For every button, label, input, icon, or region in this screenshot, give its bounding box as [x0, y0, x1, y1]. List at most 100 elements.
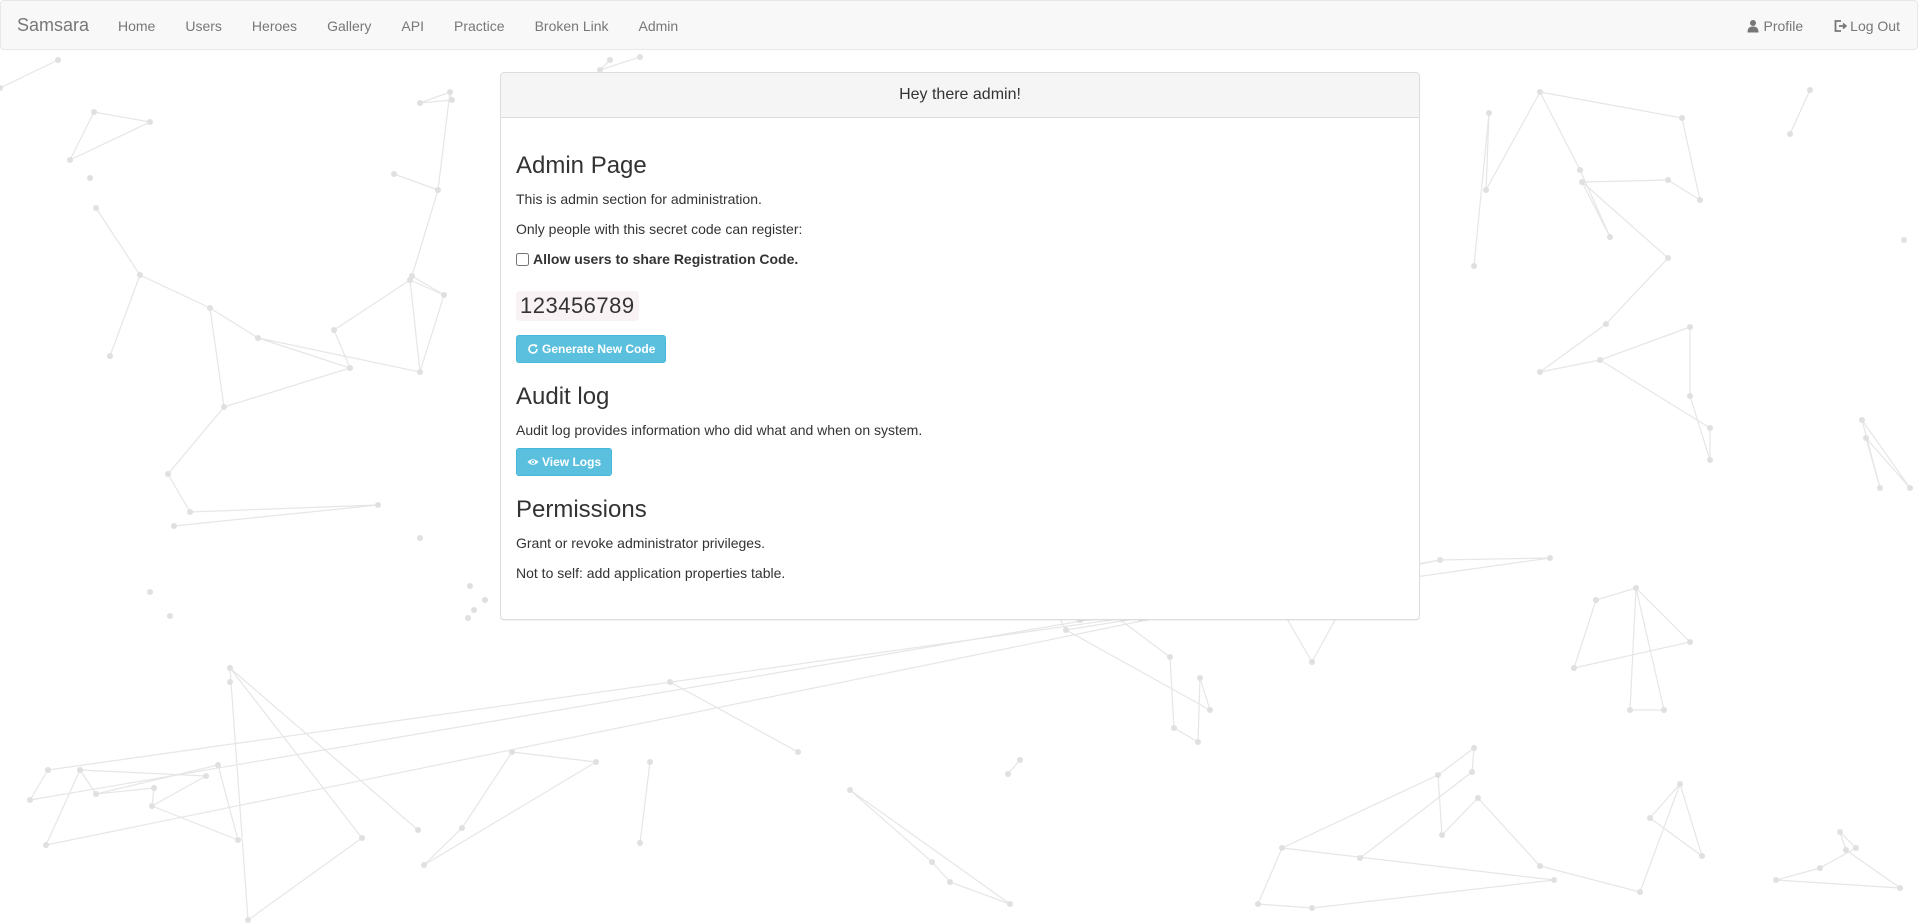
background-network-dot	[1597, 357, 1603, 363]
background-network-line	[209, 307, 225, 408]
background-network-dot	[447, 89, 453, 95]
background-network-line	[95, 787, 155, 795]
background-network-line	[1257, 903, 1313, 909]
background-network-line	[669, 681, 799, 753]
background-network-dot	[509, 749, 515, 755]
background-network-dot	[1571, 665, 1577, 671]
nav-item-practice[interactable]: Practice	[439, 1, 520, 51]
generate-code-button[interactable]: Generate New Code	[516, 335, 667, 363]
background-network-line	[333, 279, 411, 331]
nav-item-gallery[interactable]: Gallery	[312, 1, 386, 51]
background-network-dot	[1907, 485, 1913, 491]
background-network-dot	[417, 535, 423, 541]
background-network-dot	[1537, 369, 1543, 375]
background-network-dot	[207, 305, 213, 311]
refresh-icon	[527, 343, 539, 355]
background-network-line	[419, 294, 445, 373]
background-network-dot	[1309, 905, 1315, 911]
background-network-dot	[1863, 435, 1869, 441]
background-network-line	[45, 769, 81, 846]
background-network-line	[423, 827, 463, 866]
background-network-dot	[0, 85, 3, 91]
background-network-line	[167, 473, 191, 513]
background-network-line	[1437, 774, 1443, 836]
background-network-line	[229, 667, 249, 921]
background-network-line	[1581, 181, 1611, 238]
background-network-line	[29, 769, 49, 801]
background-network-dot	[1255, 901, 1261, 907]
background-network-dot	[1697, 197, 1703, 203]
background-network-dot	[45, 767, 51, 773]
share-code-checkbox[interactable]	[516, 252, 529, 266]
nav-item-home[interactable]: Home	[103, 1, 170, 51]
background-network-line	[1599, 359, 1711, 429]
background-network-dot	[1579, 179, 1585, 185]
brand-link[interactable]: Samsara	[17, 15, 89, 36]
background-network-dot	[203, 773, 209, 779]
background-network-dot	[1279, 845, 1285, 851]
background-network-line	[1667, 179, 1701, 201]
nav-item-admin[interactable]: Admin	[624, 1, 694, 51]
background-network-dot	[1475, 795, 1481, 801]
nav-item-users[interactable]: Users	[170, 1, 237, 51]
background-network-line	[1649, 783, 1681, 819]
background-network-dot	[93, 791, 99, 797]
background-network-line	[1679, 783, 1703, 857]
background-network-line	[229, 667, 419, 831]
background-network-line	[1169, 656, 1175, 729]
background-network-line	[1477, 797, 1541, 867]
background-network-dot	[1195, 739, 1201, 745]
background-network-dot	[467, 583, 473, 589]
nav-item-api[interactable]: API	[386, 1, 439, 51]
background-network-dot	[1837, 829, 1843, 835]
background-network-dot	[1661, 707, 1667, 713]
background-network-dot	[465, 615, 471, 621]
background-network-dot	[1577, 167, 1583, 173]
background-network-dot	[1897, 885, 1903, 891]
background-network-line	[437, 91, 451, 191]
logout-link[interactable]: Log Out	[1818, 1, 1915, 51]
background-network-dot	[1877, 485, 1883, 491]
background-network-dot	[1707, 457, 1713, 463]
background-network-dot	[1603, 321, 1609, 327]
eye-icon	[527, 456, 539, 468]
background-network-dot	[1537, 89, 1543, 95]
background-network-dot	[1063, 627, 1069, 633]
background-network-dot	[1699, 853, 1705, 859]
background-network-dot	[171, 523, 177, 529]
permissions-title: Permissions	[516, 496, 647, 523]
background-network-line	[1439, 557, 1551, 561]
share-code-option[interactable]: Allow users to share Registration Code.	[516, 251, 1404, 267]
background-network-line	[1599, 326, 1691, 361]
background-network-dot	[375, 502, 381, 508]
background-network-dot	[137, 272, 143, 278]
background-network-dot	[227, 679, 233, 685]
background-network-dot	[1486, 110, 1492, 116]
background-network-line	[849, 789, 1011, 905]
background-network-line	[411, 275, 445, 296]
background-network-line	[849, 789, 933, 863]
background-network-dot	[637, 840, 643, 846]
logout-label: Log Out	[1850, 18, 1900, 34]
background-network-line	[151, 775, 207, 807]
background-network-dot	[1787, 131, 1793, 137]
view-logs-button[interactable]: View Logs	[516, 448, 613, 476]
profile-link[interactable]: Profile	[1731, 1, 1818, 51]
background-network-dot	[151, 785, 157, 791]
background-network-dot	[417, 100, 423, 106]
background-network-dot	[667, 679, 673, 685]
background-network-line	[217, 764, 239, 841]
background-network-dot	[1547, 555, 1553, 561]
panel-heading: Hey there admin!	[501, 73, 1419, 118]
background-network-dot	[107, 353, 113, 359]
nav-item-broken-link[interactable]: Broken Link	[520, 1, 624, 51]
register-note: Only people with this secret code can re…	[516, 221, 803, 237]
background-network-dot	[167, 613, 173, 619]
nav-item-heroes[interactable]: Heroes	[237, 1, 312, 51]
background-network-line	[1539, 91, 1581, 171]
background-network-line	[1635, 587, 1691, 643]
view-logs-label: View Logs	[542, 455, 602, 469]
background-network-dot	[1537, 863, 1543, 869]
background-network-line	[247, 837, 363, 921]
background-network-line	[931, 861, 951, 883]
